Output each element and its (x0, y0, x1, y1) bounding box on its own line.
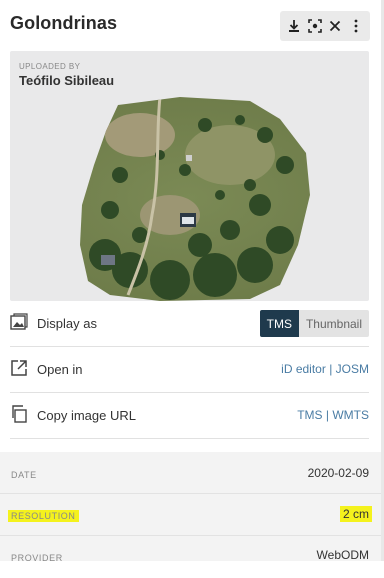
provider-key: PROVIDER (11, 553, 63, 563)
copy-url-links: TMS | WMTS (297, 408, 369, 422)
metadata-row-resolution: RESOLUTION 2 cm (0, 494, 381, 536)
copy-url-label: Copy image URL (37, 408, 136, 423)
display-option-tms[interactable]: TMS (259, 310, 299, 337)
metadata-row-provider: PROVIDER WebODM (0, 536, 381, 578)
header-toolbar (280, 11, 370, 41)
image-icon (10, 313, 30, 333)
copy-wmts-link[interactable]: WMTS (332, 408, 369, 422)
date-key: DATE (11, 470, 37, 480)
metadata-row-date: DATE 2020-02-09 (0, 452, 381, 494)
metadata-section: DATE 2020-02-09 RESOLUTION 2 cm PROVIDER… (0, 452, 381, 563)
open-in-label: Open in (37, 362, 83, 377)
open-in-id-editor-link[interactable]: iD editor (281, 362, 326, 376)
close-icon[interactable] (326, 17, 344, 35)
provider-value: WebODM (316, 548, 369, 562)
copy-tms-link[interactable]: TMS (297, 408, 322, 422)
uploader-name: Teófilo Sibileau (19, 73, 115, 88)
imagery-title: Golondrinas (10, 13, 118, 33)
display-option-thumbnail[interactable]: Thumbnail (298, 310, 369, 337)
more-vertical-icon[interactable] (347, 17, 365, 35)
date-value: 2020-02-09 (307, 466, 369, 480)
copy-icon (10, 405, 30, 425)
external-link-icon (10, 359, 30, 379)
focus-icon[interactable] (306, 17, 324, 35)
open-in-josm-link[interactable]: JOSM (336, 362, 369, 376)
imagery-detail-panel: Golondrinas UPLOADED BY Teófilo Sibileau (0, 0, 384, 563)
display-mode-toggle: TMS Thumbnail (259, 310, 369, 337)
open-in-row: Open in iD editor | JOSM (10, 347, 369, 393)
resolution-value: 2 cm (339, 506, 372, 522)
download-icon[interactable] (285, 17, 303, 35)
uploaded-by-label: UPLOADED BY (19, 62, 81, 71)
display-as-row: Display as TMS Thumbnail (10, 301, 369, 347)
display-as-label: Display as (37, 316, 97, 331)
resolution-key: RESOLUTION (8, 510, 79, 522)
panel-header: Golondrinas (0, 0, 381, 48)
copy-url-row: Copy image URL TMS | WMTS (10, 393, 369, 439)
imagery-card: UPLOADED BY Teófilo Sibileau (10, 51, 369, 301)
open-in-links: iD editor | JOSM (281, 362, 369, 376)
orthophoto-thumbnail[interactable] (10, 95, 369, 301)
